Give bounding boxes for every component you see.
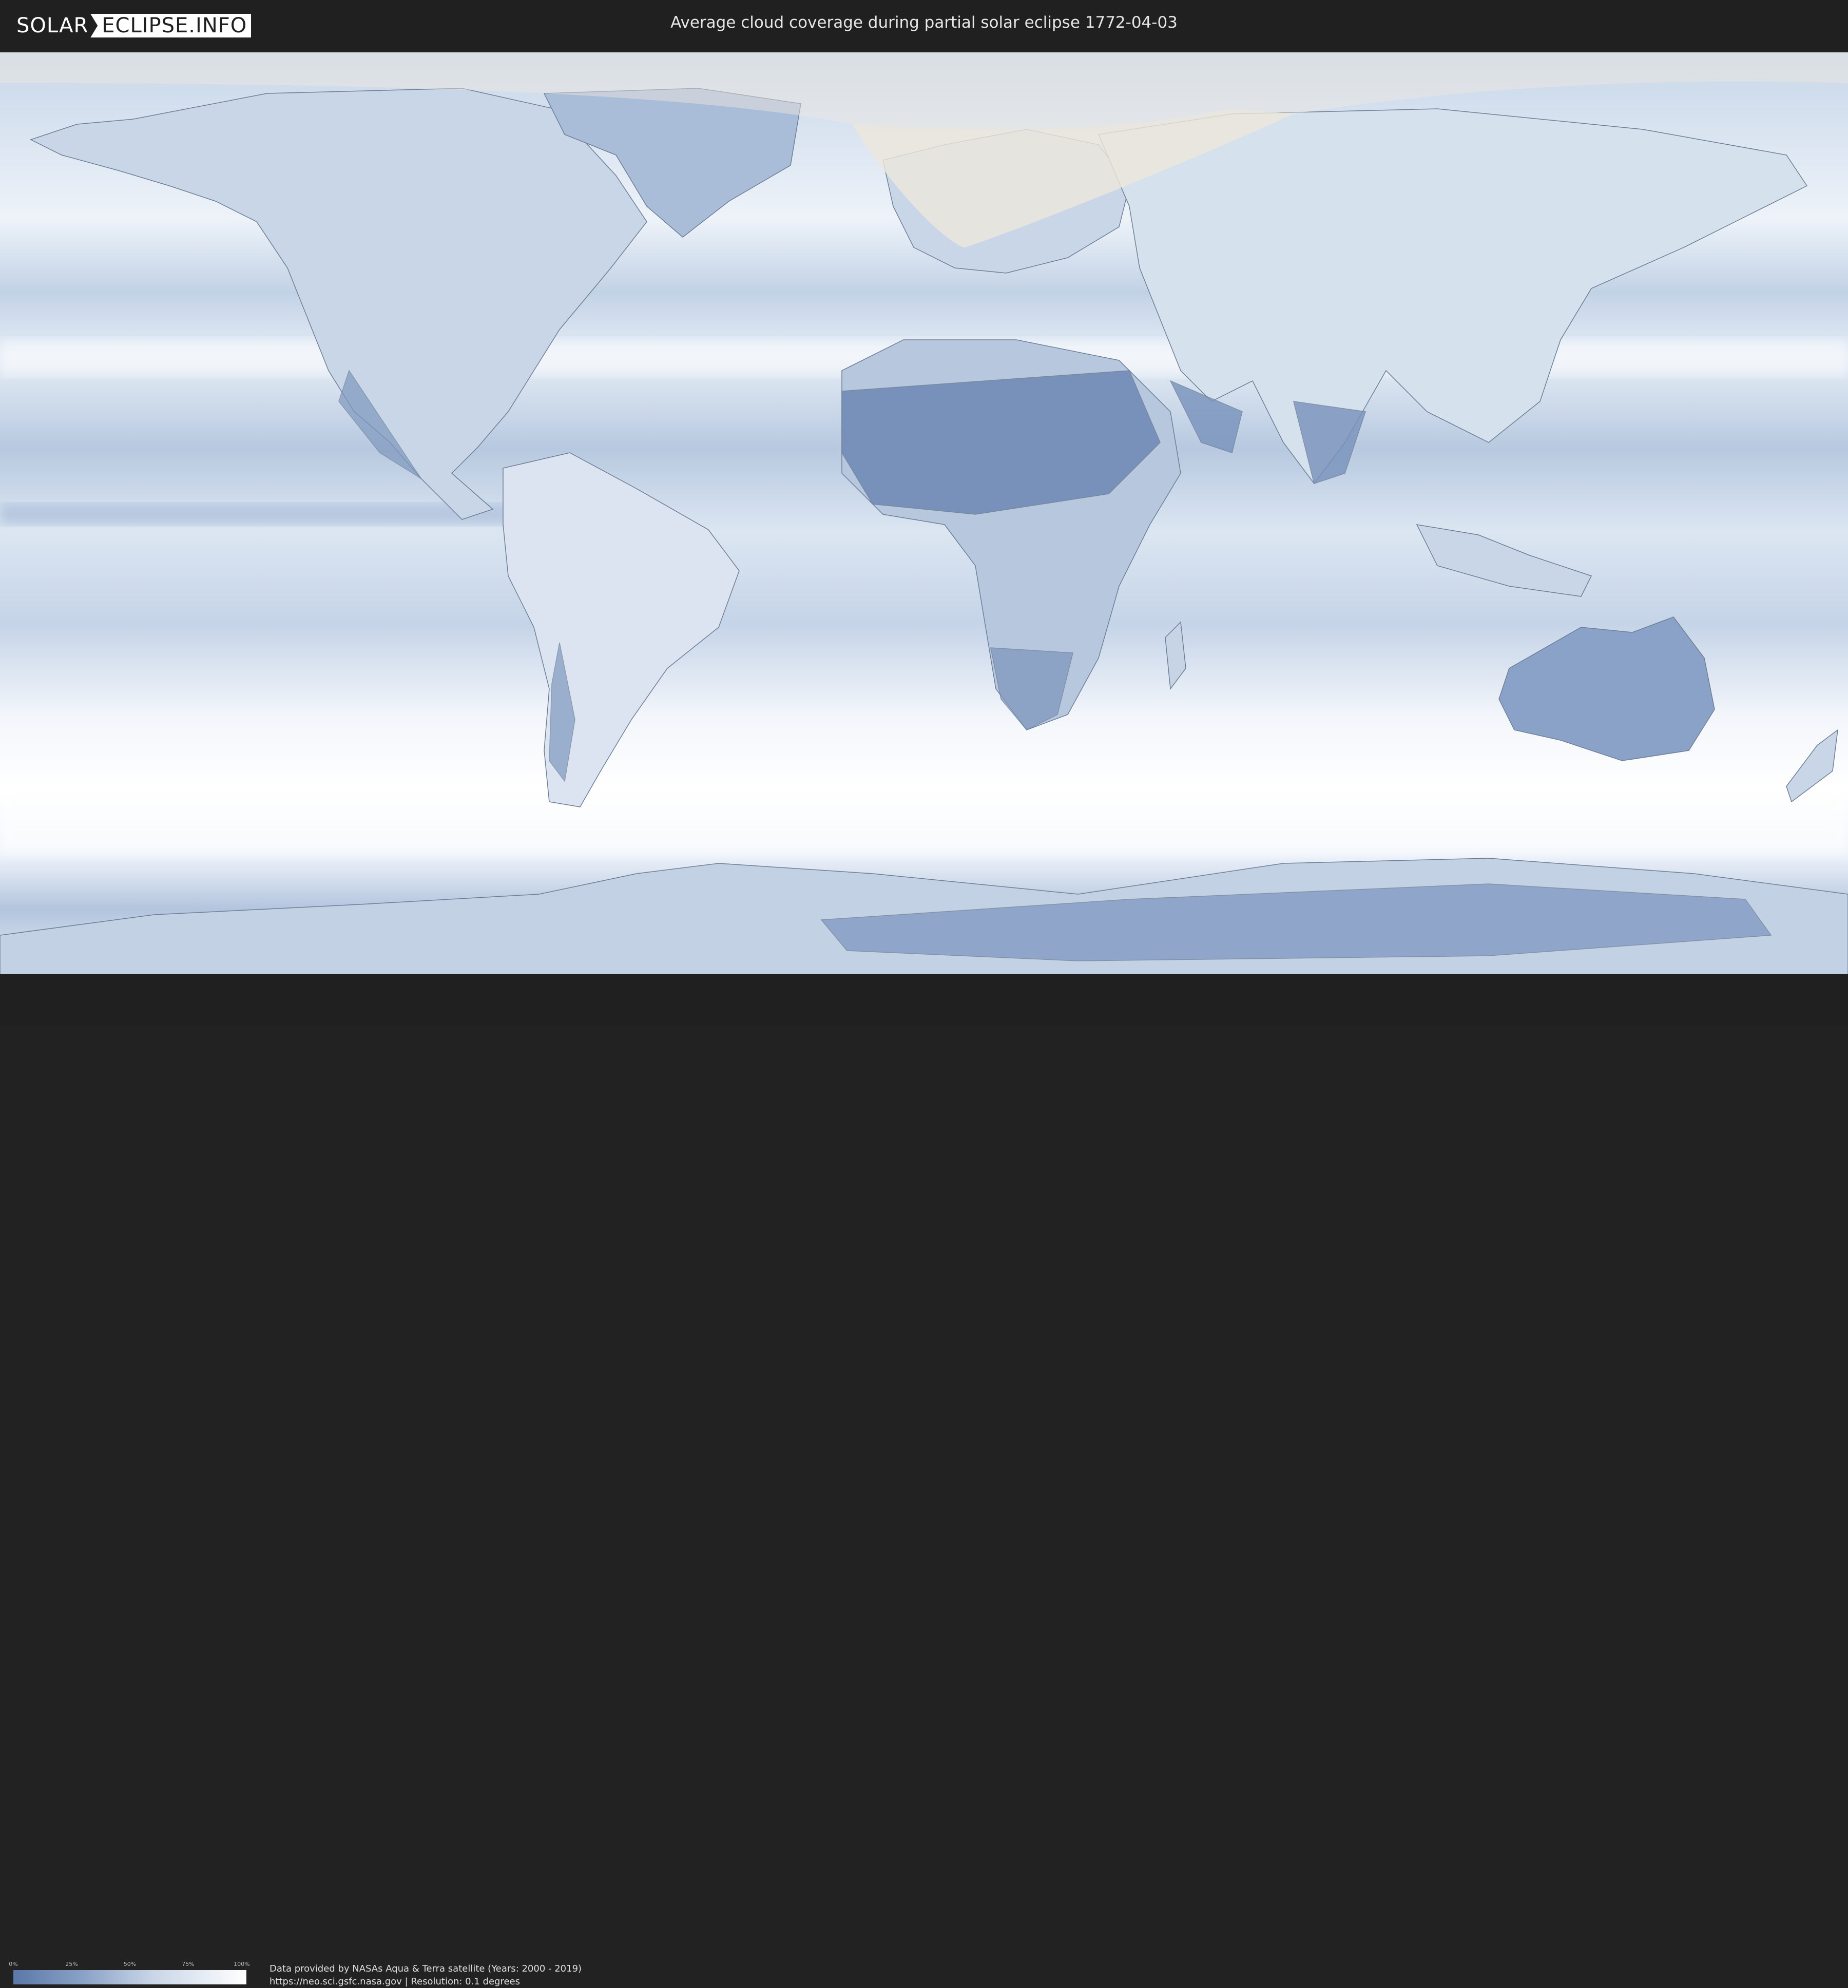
credit-line-source: Data provided by NASAs Aqua & Terra sate… [270,1963,582,1974]
header-bar: SOLAR ECLIPSE.INFO Average cloud coverag… [0,0,1848,52]
cloud-coverage-map[interactable] [0,52,1848,974]
legend-ticks: 0% 25% 50% 75% 100% [9,1961,250,1969]
legend-color-bar [13,1970,246,1984]
legend-tick-25: 25% [65,1961,78,1967]
data-credits: Data provided by NASAs Aqua & Terra sate… [270,1962,582,1988]
world-map-svg [0,52,1848,974]
cloud-coverage-legend: 0% 25% 50% 75% 100% [9,1961,250,1984]
southern-cloud-belt [0,781,1848,853]
credit-line-url[interactable]: https://neo.sci.gsfc.nasa.gov | Resoluti… [270,1975,582,1988]
page-title: Average cloud coverage during partial so… [670,13,1178,32]
itcz-band [0,504,513,525]
legend-tick-75: 75% [182,1961,195,1967]
footer-bar: 0% 25% 50% 75% 100% Data provided by NAS… [0,974,1848,1987]
legend-tick-0: 0% [9,1961,18,1967]
legend-tick-50: 50% [123,1961,137,1967]
legend-tick-100: 100% [234,1961,250,1967]
